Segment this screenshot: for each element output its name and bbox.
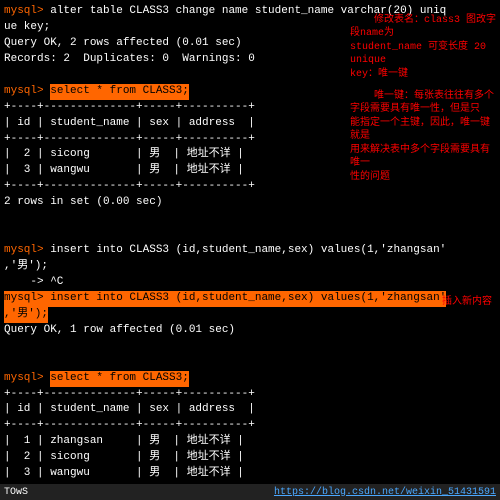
terminal: mysql> alter table CLASS3 change name st… <box>0 0 500 500</box>
result-line-3: Query OK, 1 row affected (0.01 sec) <box>4 323 496 339</box>
insert-cmd-hl-2: ,'男'); <box>4 307 48 323</box>
blank-4 <box>4 339 496 355</box>
table2-row-2: | 2 | sicong | 男 | 地址不详 | <box>4 450 496 466</box>
prompt-4: mysql> <box>4 291 50 307</box>
result-text-2: Records: 2 Duplicates: 0 Warnings: 0 <box>4 52 255 68</box>
insert-line-2: ,'男'); <box>4 259 496 275</box>
blank-5 <box>4 355 496 371</box>
annotation-3-text: 插入新内容 <box>442 297 492 308</box>
insert-cmd-1: insert into CLASS3 (id,student_name,sex)… <box>50 243 446 259</box>
table2-row-3: | 3 | wangwu | 男 | 地址不详 | <box>4 466 496 482</box>
result-text-3: Query OK, 1 row affected (0.01 sec) <box>4 323 235 339</box>
annotation-2-text: 唯一键：每张表往往有多个字段需要具有唯一性，但是只能指定一个主键，因此，唯一键就… <box>350 91 494 183</box>
prompt-5: mysql> <box>4 371 50 387</box>
insert-cmd-hl-1: insert into CLASS3 (id,student_name,sex)… <box>50 291 446 307</box>
cmd-text-2: ue key; <box>4 20 50 36</box>
blank-3 <box>4 227 496 243</box>
result-text-1: Query OK, 2 rows affected (0.01 sec) <box>4 36 242 52</box>
bottom-bar-right[interactable]: https://blog.csdn.net/weixin_51431591 <box>274 487 496 498</box>
select-cmd-2: select * from CLASS3; <box>50 371 189 387</box>
bottom-bar-left: TOwS <box>4 487 28 498</box>
insert-line-1: mysql> insert into CLASS3 (id,student_na… <box>4 243 496 259</box>
annotation-3: 插入新内容 <box>418 282 498 323</box>
table2-row-1: | 1 | zhangsan | 男 | 地址不详 | <box>4 434 496 450</box>
select-cmd-1: select * from CLASS3; <box>50 84 189 100</box>
table2-sep-2: +----+--------------+-----+----------+ <box>4 418 496 434</box>
annotation-2: 唯一键：每张表往往有多个字段需要具有唯一性，但是只能指定一个主键，因此，唯一键就… <box>350 76 498 198</box>
insert-cmd-3: -> ^C <box>4 275 63 291</box>
annotation-1-text: 修改表名：class3 图改字段name为student_name 可变长度 2… <box>350 15 496 80</box>
select-line-2: mysql> select * from CLASS3; <box>4 371 496 387</box>
bottom-bar: TOwS https://blog.csdn.net/weixin_514315… <box>0 484 500 500</box>
table2-header-1: | id | student_name | sex | address | <box>4 402 496 418</box>
table2-sep-1: +----+--------------+-----+----------+ <box>4 387 496 403</box>
insert-cmd-2: ,'男'); <box>4 259 48 275</box>
prompt-3: mysql> <box>4 243 50 259</box>
prompt-1: mysql> <box>4 4 50 20</box>
blank-2 <box>4 211 496 227</box>
prompt-2: mysql> <box>4 84 50 100</box>
table-result-1: 2 rows in set (0.00 sec) <box>4 195 496 211</box>
